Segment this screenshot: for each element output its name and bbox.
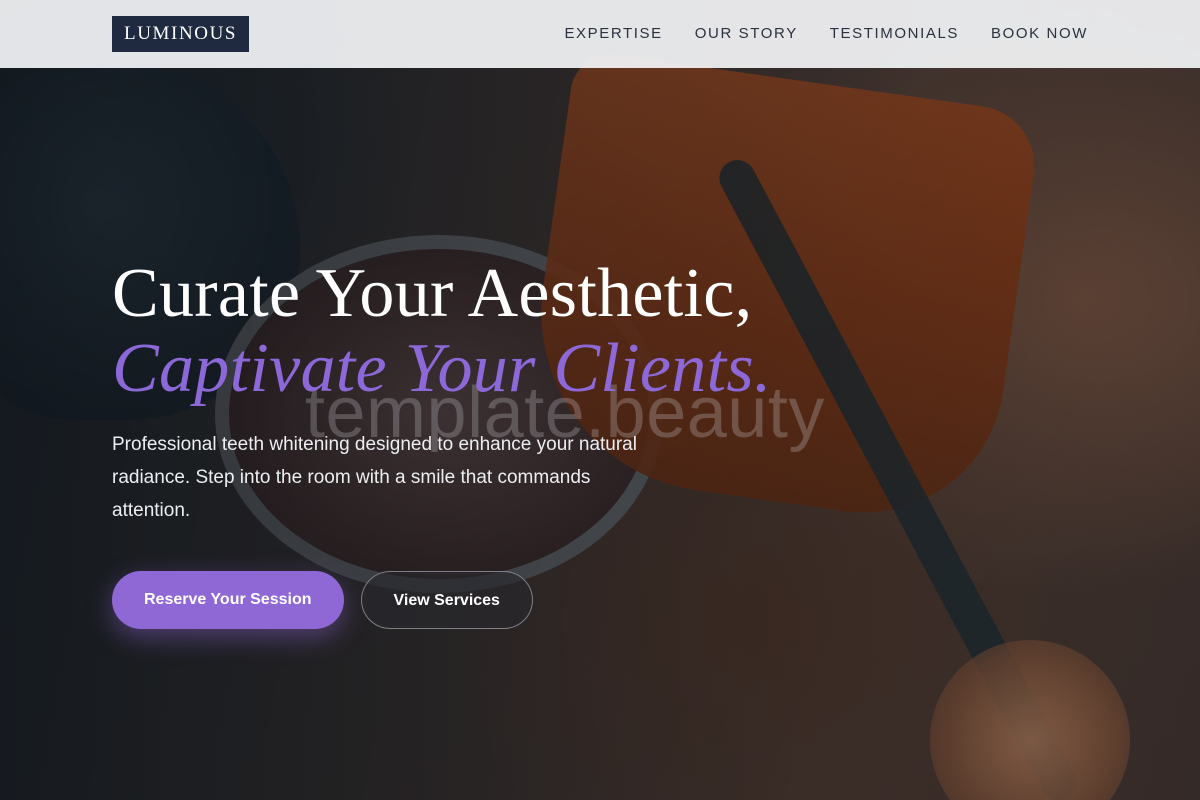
hero-content: Curate Your Aesthetic, Captivate Your Cl… — [112, 258, 912, 629]
hero-headline: Curate Your Aesthetic, Captivate Your Cl… — [112, 258, 912, 406]
nav-link-our-story[interactable]: OUR STORY — [695, 24, 798, 44]
site-header: LUMINOUS EXPERTISE OUR STORY TESTIMONIAL… — [0, 0, 1200, 68]
reserve-session-button[interactable]: Reserve Your Session — [112, 571, 344, 629]
view-services-button[interactable]: View Services — [360, 571, 533, 629]
page: LUMINOUS EXPERTISE OUR STORY TESTIMONIAL… — [0, 0, 1200, 800]
cta-row: Reserve Your Session View Services — [112, 571, 912, 629]
brand-logo[interactable]: LUMINOUS — [112, 16, 250, 52]
hero-headline-line1: Curate Your Aesthetic, — [112, 255, 753, 332]
main-nav: EXPERTISE OUR STORY TESTIMONIALS BOOK NO… — [564, 24, 1088, 44]
hero-subtext: Professional teeth whitening designed to… — [112, 434, 637, 521]
nav-link-book-now[interactable]: BOOK NOW — [991, 24, 1088, 44]
nav-link-testimonials[interactable]: TESTIMONIALS — [830, 24, 959, 44]
hero-headline-accent: Captivate Your Clients. — [112, 330, 772, 407]
nav-link-expertise[interactable]: EXPERTISE — [564, 24, 662, 44]
